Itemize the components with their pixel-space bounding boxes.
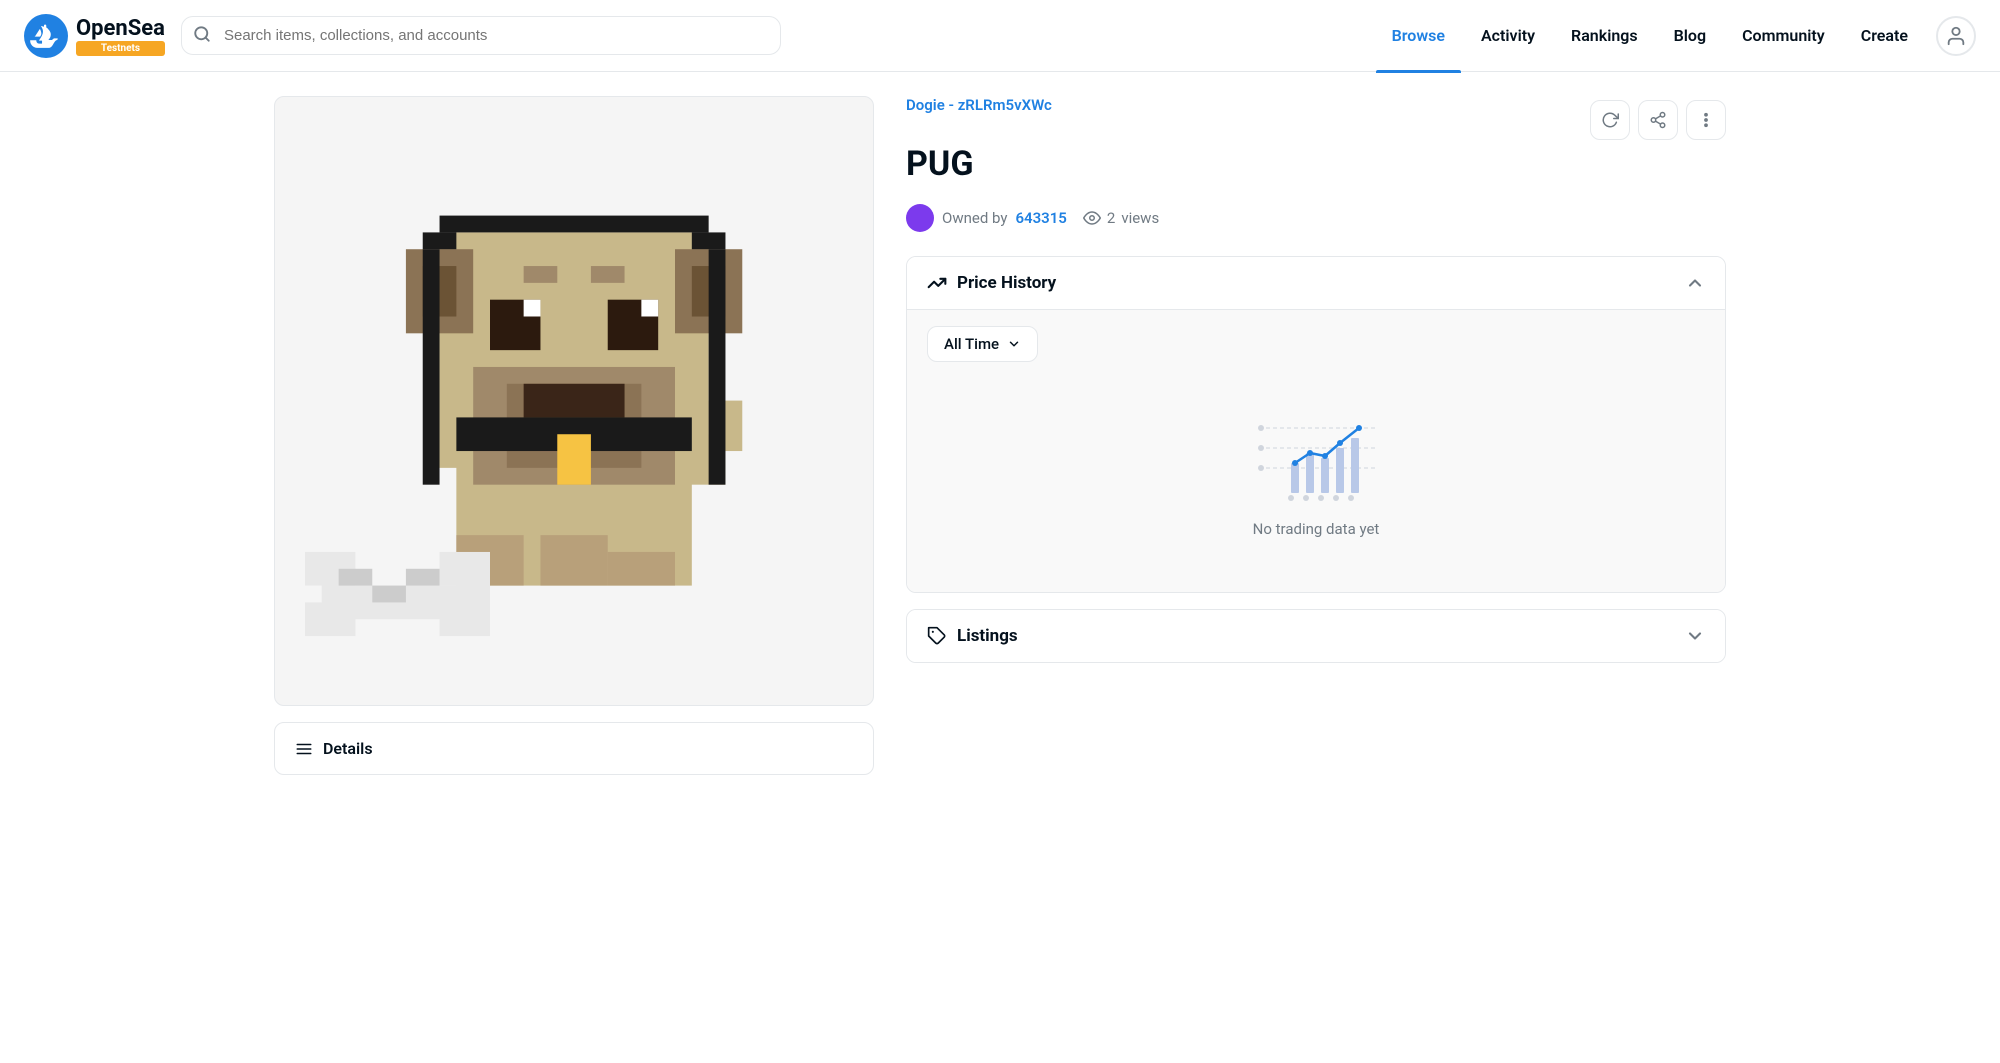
opensea-logo-icon: [24, 14, 68, 58]
empty-chart: No trading data yet: [927, 378, 1705, 568]
price-history-title: Price History: [957, 273, 1056, 293]
no-data-text: No trading data yet: [1253, 520, 1380, 538]
eye-icon: [1083, 209, 1101, 227]
price-history-header[interactable]: Price History: [907, 257, 1725, 309]
price-history-header-left: Price History: [927, 273, 1056, 293]
owner-avatar: [906, 204, 934, 232]
price-history-chevron-icon: [1685, 273, 1705, 293]
listings-section: Listings: [906, 609, 1726, 663]
testnets-badge: Testnets: [76, 41, 165, 56]
nav-rankings[interactable]: Rankings: [1555, 18, 1654, 53]
price-history-icon: [927, 273, 947, 293]
user-avatar[interactable]: [1936, 16, 1976, 56]
views-info: 2 views: [1083, 209, 1159, 227]
collection-link[interactable]: Dogie - zRLRm5vXWc: [906, 96, 1052, 114]
listings-icon: [927, 626, 947, 646]
right-top-row: Dogie - zRLRm5vXWc: [906, 96, 1726, 140]
left-panel: Details: [274, 96, 874, 775]
more-icon: [1697, 111, 1715, 129]
time-filter-chevron-icon: [1007, 337, 1021, 351]
details-icon: [295, 740, 313, 758]
details-card: Details: [274, 722, 874, 775]
logo-text: OpenSea: [76, 16, 165, 41]
search-input[interactable]: [181, 16, 781, 55]
price-history-body: All Time: [907, 309, 1725, 592]
listings-chevron-icon: [1685, 626, 1705, 646]
price-history-section: Price History All Time: [906, 256, 1726, 593]
pug-pixel-art: [305, 127, 843, 674]
nft-title: PUG: [906, 144, 1726, 184]
views-count: 2: [1107, 209, 1115, 227]
search-bar: [181, 16, 781, 55]
time-filter-dropdown[interactable]: All Time: [927, 326, 1038, 362]
owner-link[interactable]: 643315: [1015, 209, 1066, 227]
refresh-icon: [1601, 111, 1619, 129]
nav-blog[interactable]: Blog: [1658, 18, 1722, 53]
listings-header-left: Listings: [927, 626, 1018, 646]
time-filter-label: All Time: [944, 335, 999, 353]
nav-activity[interactable]: Activity: [1465, 18, 1551, 53]
nav-create[interactable]: Create: [1845, 18, 1924, 53]
details-header[interactable]: Details: [275, 723, 873, 774]
owner-info: Owned by 643315: [906, 204, 1067, 232]
main-content: Details Dogie - zRLRm5vXWc: [250, 72, 1750, 775]
search-icon: [193, 25, 211, 47]
nav-community[interactable]: Community: [1726, 18, 1841, 53]
nft-image-card: [274, 96, 874, 706]
logo-text-wrap: OpenSea Testnets: [76, 16, 165, 56]
listings-title: Listings: [957, 626, 1018, 646]
nav-links: Browse Activity Rankings Blog Community …: [1376, 16, 1976, 56]
right-panel: Dogie - zRLRm5vXWc: [874, 96, 1726, 775]
ownership-row: Owned by 643315 2 views: [906, 204, 1726, 232]
refresh-button[interactable]: [1590, 100, 1630, 140]
more-button[interactable]: [1686, 100, 1726, 140]
share-button[interactable]: [1638, 100, 1678, 140]
views-label: views: [1121, 209, 1159, 227]
header: OpenSea Testnets Browse Activity Ranking…: [0, 0, 2000, 72]
listings-header[interactable]: Listings: [907, 610, 1725, 662]
owned-by-label: Owned by: [942, 209, 1007, 227]
logo-area: OpenSea Testnets: [24, 14, 165, 58]
details-label: Details: [323, 739, 373, 758]
chart-placeholder-icon: [1246, 408, 1386, 508]
action-buttons: [1590, 100, 1726, 140]
nav-browse[interactable]: Browse: [1376, 18, 1461, 53]
share-icon: [1649, 111, 1667, 129]
